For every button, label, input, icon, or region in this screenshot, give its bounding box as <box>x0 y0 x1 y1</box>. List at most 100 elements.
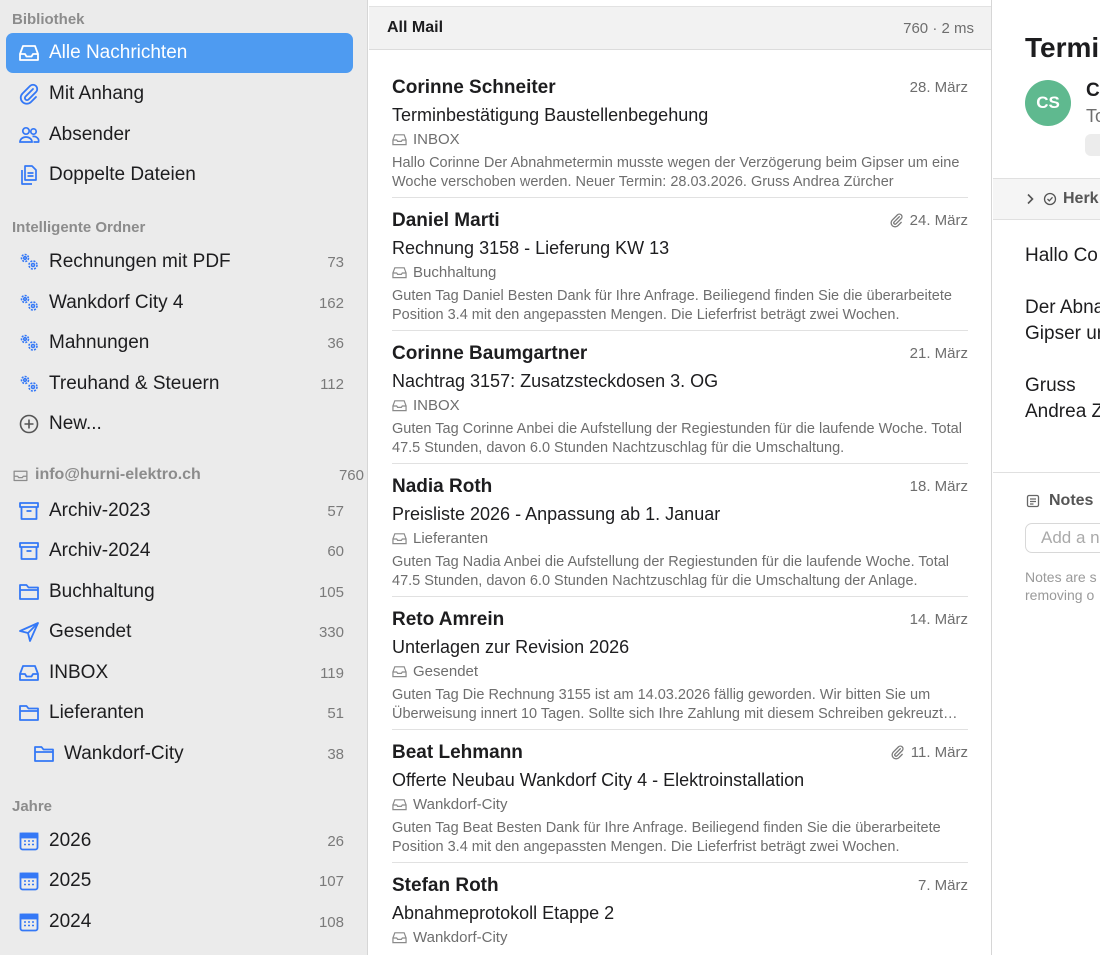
sidebar-item-count: 26 <box>327 832 344 850</box>
message-row[interactable]: Nadia Roth 18. März Preisliste 2026 - An… <box>392 464 968 597</box>
tray-icon <box>392 666 407 678</box>
sidebar-item-label: Gesendet <box>49 621 132 642</box>
inbox-tray-icon <box>16 660 42 686</box>
sidebar-item-smart-invoices-pdf[interactable]: Rechnungen mit PDF 73 <box>6 242 353 282</box>
calendar-icon <box>16 868 42 894</box>
account-header[interactable]: info@hurni-elektro.ch 760 <box>12 466 364 484</box>
sidebar-item-smart-wankdorf-city-4[interactable]: Wankdorf City 4 162 <box>6 283 353 323</box>
sidebar-item-smart-reminders[interactable]: Mahnungen 36 <box>6 323 353 363</box>
sidebar-item-label: Archiv-2023 <box>49 500 151 521</box>
message-subject: Nachtrag 3157: Zusatzsteckdosen 3. OG <box>392 371 719 391</box>
sidebar-item-archiv-2024[interactable]: Archiv-2024 60 <box>6 531 353 571</box>
sidebar-item-year-2025[interactable]: 2025 107 <box>6 861 353 901</box>
message-sender: Reto Amrein <box>392 609 505 630</box>
folder-icon <box>16 700 42 726</box>
sidebar-item-label: Wankdorf-City <box>64 743 184 764</box>
sidebar-item-label: Rechnungen mit PDF <box>49 251 231 272</box>
folder-chip[interactable] <box>1085 134 1100 156</box>
duplicate-files-icon <box>16 162 42 188</box>
message-row[interactable]: Reto Amrein 14. März Unterlagen zur Revi… <box>392 597 968 730</box>
tray-icon <box>392 533 407 545</box>
tray-icon <box>392 799 407 811</box>
sidebar-item-label: Treuhand & Steuern <box>49 373 220 394</box>
message-to: To <box>1086 106 1100 126</box>
origin-disclosure[interactable]: Herk <box>993 178 1100 220</box>
sidebar-item-count: 108 <box>318 913 344 931</box>
gears-icon <box>16 330 42 356</box>
note-icon <box>1026 494 1040 508</box>
sidebar-item-all-messages[interactable]: Alle Nachrichten <box>6 33 353 73</box>
sidebar-item-with-attachment[interactable]: Mit Anhang <box>6 74 353 114</box>
sidebar-item-wankdorf-city[interactable]: Wankdorf-City 38 <box>6 734 353 774</box>
message-subject: Rechnung 3158 - Lieferung KW 13 <box>392 238 670 258</box>
verified-badge-icon <box>1043 192 1057 206</box>
sidebar-item-smart-treuhand[interactable]: Treuhand & Steuern 112 <box>6 364 353 404</box>
notes-input[interactable]: Add a n <box>1025 523 1100 553</box>
message-sender: Nadia Roth <box>392 476 493 497</box>
inbox-tray-icon <box>16 40 42 66</box>
paperclip-icon <box>16 81 42 107</box>
message-from: C <box>1086 80 1100 101</box>
section-header-library: Bibliothek <box>12 11 85 28</box>
message-subject: Offerte Neubau Wankdorf City 4 - Elektro… <box>392 770 805 790</box>
message-row[interactable]: Corinne Schneiter 28. März Terminbestäti… <box>392 65 968 198</box>
message-folder: Wankdorf-City <box>392 796 507 813</box>
tray-icon <box>392 134 407 146</box>
sidebar-item-count: 112 <box>320 375 344 393</box>
sidebar-item-year-2026[interactable]: 2026 26 <box>6 821 353 861</box>
message-subject: Preisliste 2026 - Anpassung ab 1. Januar <box>392 504 721 524</box>
sidebar-item-archiv-2023[interactable]: Archiv-2023 57 <box>6 491 353 531</box>
sidebar-item-year-2024[interactable]: 2024 108 <box>6 902 353 942</box>
message-title: Termin <box>1025 32 1100 63</box>
sidebar-item-inbox[interactable]: INBOX 119 <box>6 653 353 693</box>
sidebar: Bibliothek Alle Nachrichten Mit Anhang A… <box>0 0 368 955</box>
account-email: info@hurni-elektro.ch <box>35 466 201 483</box>
section-header-smart-folders: Intelligente Ordner <box>12 219 146 236</box>
message-subject: Unterlagen zur Revision 2026 <box>392 637 630 657</box>
message-folder: Lieferanten <box>392 530 488 547</box>
message-row[interactable]: Corinne Baumgartner 21. März Nachtrag 31… <box>392 331 968 464</box>
sidebar-item-buchhaltung[interactable]: Buchhaltung 105 <box>6 572 353 612</box>
message-body: Hallo Co Der Abna Gipser ur Gruss Andrea… <box>1025 245 1100 422</box>
message-sender: Daniel Marti <box>392 210 500 231</box>
reading-pane: Termin CS C To Herk Hallo Co Der Abna Gi… <box>993 0 1100 955</box>
message-preview: Guten Tag Die Rechnung 3155 ist am 14.03… <box>392 687 944 722</box>
archive-box-icon <box>16 498 42 524</box>
tray-icon <box>12 467 29 484</box>
notes-hint: Notes are s removing o <box>1025 569 1097 603</box>
message-date: 14. März <box>909 611 968 628</box>
message-row[interactable]: Stefan Roth 7. März Abnahmeprotokoll Eta… <box>392 863 968 955</box>
sidebar-item-senders[interactable]: Absender <box>6 115 353 155</box>
message-sender: Stefan Roth <box>392 875 499 896</box>
message-sender: Beat Lehmann <box>392 742 523 763</box>
message-sender: Corinne Baumgartner <box>392 343 588 364</box>
message-row[interactable]: Daniel Marti 24. März Rechnung 3158 - Li… <box>392 198 968 331</box>
account-count: 760 <box>338 466 364 484</box>
message-folder: INBOX <box>392 397 460 414</box>
chevron-right-icon <box>1027 193 1034 205</box>
sidebar-item-label: Mit Anhang <box>49 83 145 104</box>
calendar-icon <box>16 828 42 854</box>
sidebar-item-label: Doppelte Dateien <box>49 164 196 185</box>
sidebar-item-label: Archiv-2024 <box>49 540 151 561</box>
sidebar-item-count: 57 <box>327 502 344 520</box>
message-date: 28. März <box>909 79 968 96</box>
paperclip-icon <box>891 745 904 760</box>
plus-circle-icon <box>16 411 42 437</box>
sidebar-item-lieferanten[interactable]: Lieferanten 51 <box>6 693 353 733</box>
message-date: 11. März <box>890 744 968 761</box>
sidebar-item-count: 162 <box>318 294 344 312</box>
message-folder: Wankdorf-City <box>392 929 507 946</box>
new-smart-folder-button[interactable]: New... <box>6 404 353 444</box>
message-row[interactable]: Beat Lehmann 11. März Offerte Neubau Wan… <box>392 730 968 863</box>
avatar: CS <box>1025 80 1071 126</box>
sidebar-item-gesendet[interactable]: Gesendet 330 <box>6 612 353 652</box>
sidebar-item-label: Wankdorf City 4 <box>49 292 184 313</box>
sidebar-item-duplicate-files[interactable]: Doppelte Dateien <box>6 155 353 195</box>
message-subject: Abnahmeprotokoll Etappe 2 <box>392 903 615 923</box>
sidebar-item-label: New... <box>49 413 102 434</box>
sidebar-item-label: Mahnungen <box>49 332 150 353</box>
archive-box-icon <box>16 538 42 564</box>
message-date: 18. März <box>909 478 968 495</box>
section-header-years: Jahre <box>12 798 53 815</box>
